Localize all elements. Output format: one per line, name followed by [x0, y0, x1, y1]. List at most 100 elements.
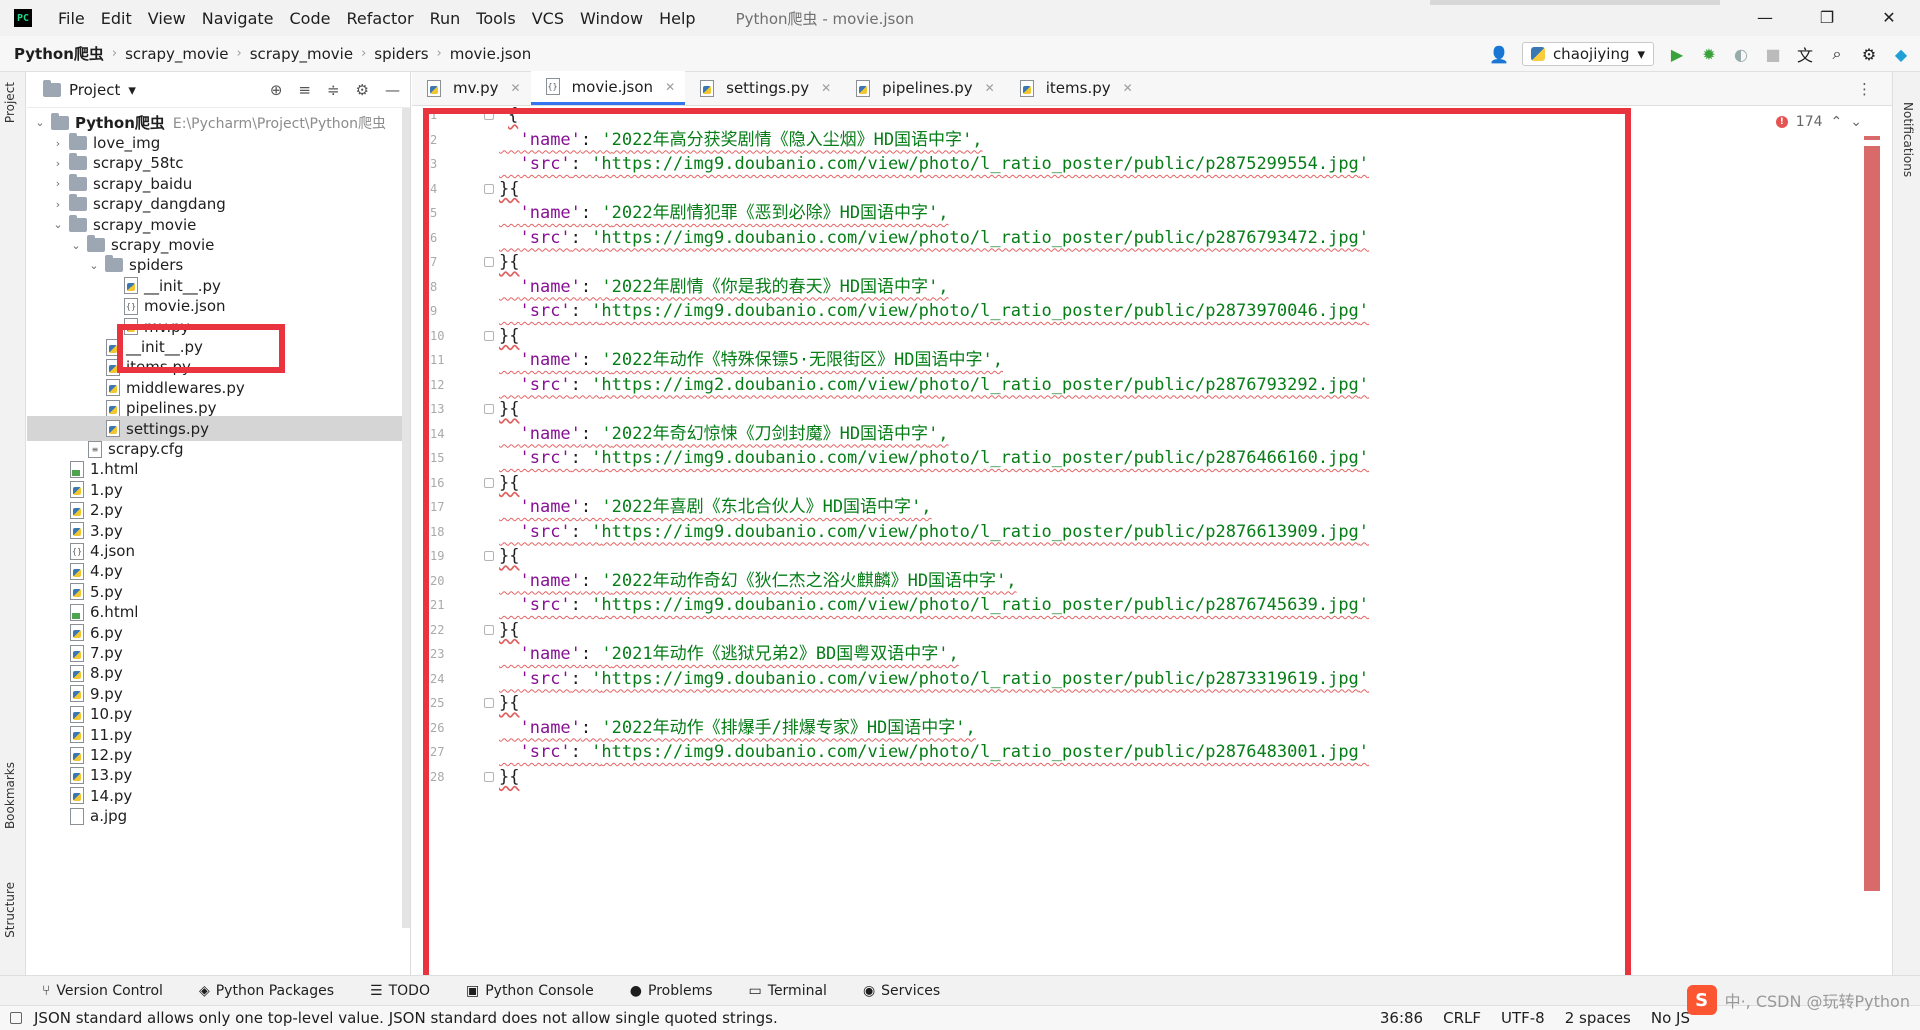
menu-window[interactable]: Window [572, 9, 651, 28]
menu-help[interactable]: Help [651, 9, 703, 28]
stop-icon[interactable]: ■ [1764, 45, 1782, 64]
menu-refactor[interactable]: Refactor [338, 9, 421, 28]
locate-icon[interactable]: ⊕ [270, 81, 283, 99]
fold-marker-icon[interactable] [484, 110, 494, 120]
json-colon: : [580, 276, 602, 297]
run-configuration-select[interactable]: chaojiying ▾ [1521, 42, 1654, 66]
user-icon[interactable]: 👤 [1489, 45, 1509, 64]
fold-marker-icon[interactable] [484, 330, 494, 341]
fold-marker-icon[interactable] [484, 183, 494, 194]
terminal-button[interactable]: ▭ Terminal [731, 983, 845, 999]
gear-icon[interactable]: ⚙ [1860, 45, 1878, 64]
tree-item[interactable]: a.jpg [27, 804, 410, 829]
bookmarks-tool-button[interactable]: Bookmarks [3, 762, 17, 829]
menu-tools[interactable]: Tools [468, 9, 523, 28]
fold-marker-icon[interactable] [484, 257, 494, 267]
coverage-icon[interactable]: ◐ [1732, 45, 1750, 64]
html-file-icon [70, 460, 84, 478]
services-button[interactable]: ◉ Services [845, 983, 958, 999]
chevron-right-icon[interactable]: › [51, 157, 65, 170]
chevron-up-icon[interactable]: ⌃ [1831, 114, 1843, 130]
title-bar-strip [1430, 0, 1720, 5]
error-marker[interactable] [1864, 136, 1880, 140]
tab-movie-json[interactable]: {} movie.json ✕ [530, 71, 686, 105]
json-key-src: 'src' [519, 521, 571, 542]
restore-button[interactable]: ❐ [1796, 0, 1858, 36]
code-editor[interactable]: 1 2 3 4 5 6 7 8 9 10 11 12 13 14 15 16 17 18 19 20 21 22 23 24 2… [412, 106, 1882, 950]
expand-all-icon[interactable]: ≡ [298, 81, 311, 99]
fold-marker-icon[interactable] [484, 698, 494, 708]
breadcrumb-spiders[interactable]: spiders [374, 45, 428, 63]
chevron-down-icon[interactable]: ⌄ [1850, 114, 1862, 130]
menu-navigate[interactable]: Navigate [194, 9, 282, 28]
chevron-down-icon[interactable]: ⌄ [87, 259, 101, 272]
fold-marker-icon[interactable] [484, 404, 494, 414]
tab-pipelines-py[interactable]: pipelines.py ✕ [841, 71, 1005, 105]
fold-marker-icon[interactable] [484, 477, 494, 488]
folder-icon [87, 235, 105, 252]
chevron-right-icon[interactable]: › [51, 177, 65, 190]
collapse-all-icon[interactable]: ≑ [327, 81, 340, 99]
fold-marker-icon[interactable] [484, 551, 494, 561]
chevron-right-icon[interactable]: › [51, 198, 65, 211]
translate-icon[interactable]: 文 [1796, 45, 1814, 65]
status-toggle-icon[interactable] [10, 1012, 22, 1024]
structure-tool-button[interactable]: Structure [3, 882, 17, 938]
close-icon[interactable]: ✕ [1123, 81, 1133, 95]
breadcrumb-scrapy-movie-pkg[interactable]: scrapy_movie [250, 45, 353, 63]
debug-icon[interactable]: ✹ [1700, 45, 1718, 64]
menu-file[interactable]: File [50, 9, 93, 28]
tab-settings-py[interactable]: settings.py ✕ [685, 71, 841, 105]
breadcrumb-project[interactable]: Python爬虫 [14, 43, 104, 64]
folder-icon [69, 214, 87, 232]
tab-mv-py[interactable]: mv.py ✕ [412, 71, 531, 105]
line-number: 12 [430, 377, 445, 392]
notifications-tool-button[interactable]: Notifications [1901, 102, 1915, 177]
python-console-button[interactable]: ▣ Python Console [448, 983, 612, 999]
line-number: 23 [430, 647, 445, 661]
todo-button[interactable]: ☰ TODO [352, 983, 448, 999]
caret-position[interactable]: 36:86 [1380, 1009, 1423, 1027]
menu-code[interactable]: Code [282, 9, 339, 28]
menu-edit[interactable]: Edit [93, 9, 140, 28]
file-encoding[interactable]: UTF-8 [1501, 1009, 1545, 1027]
python-file-icon [124, 318, 138, 336]
json-schema[interactable]: No JS [1651, 1009, 1690, 1027]
search-icon[interactable]: ⌕ [1828, 44, 1846, 63]
tab-items-py[interactable]: items.py ✕ [1005, 71, 1143, 105]
more-tabs-icon[interactable]: ⋮ [1857, 80, 1872, 98]
editor-breadcrumb[interactable]: rc [428, 948, 441, 950]
close-icon[interactable]: ✕ [985, 81, 995, 95]
line-separator[interactable]: CRLF [1443, 1009, 1481, 1027]
gear-icon[interactable]: ⚙ [356, 81, 369, 99]
chevron-down-icon[interactable]: ⌄ [51, 218, 65, 231]
breadcrumb-scrapy-movie[interactable]: scrapy_movie [125, 45, 228, 63]
python-packages-button[interactable]: ◈ Python Packages [181, 983, 352, 999]
minimize-button[interactable]: — [1734, 0, 1796, 36]
hide-icon[interactable]: — [385, 81, 400, 99]
breadcrumb-movie-json[interactable]: movie.json [450, 45, 532, 63]
chevron-down-icon[interactable]: ⌄ [69, 239, 83, 252]
menu-run[interactable]: Run [422, 9, 469, 28]
menu-view[interactable]: View [140, 9, 194, 28]
inspection-widget[interactable]: ! 174 ⌃ ⌄ [1775, 114, 1862, 130]
fold-marker-icon[interactable] [484, 624, 494, 635]
project-view-select[interactable]: Project ▾ [43, 79, 136, 99]
error-stripe[interactable] [1864, 146, 1880, 891]
close-window-button[interactable]: ✕ [1858, 0, 1920, 36]
close-icon[interactable]: ✕ [665, 80, 675, 94]
project-tool-button[interactable]: Project [3, 82, 17, 123]
close-icon[interactable]: ✕ [821, 81, 831, 95]
chevron-right-icon[interactable]: › [51, 137, 65, 150]
json-value-src: https://img9.doubanio.com/view/photo/l_r… [601, 227, 1359, 248]
quote: ' [591, 595, 602, 615]
menu-vcs[interactable]: VCS [524, 9, 572, 28]
fold-marker-icon[interactable] [484, 771, 494, 782]
problems-button[interactable]: ● Problems [612, 983, 731, 999]
version-control-button[interactable]: ⑂ Version Control [24, 983, 181, 999]
project-scrollbar[interactable] [402, 108, 410, 928]
indent-setting[interactable]: 2 spaces [1565, 1009, 1631, 1027]
run-icon[interactable]: ▶ [1668, 45, 1686, 64]
close-icon[interactable]: ✕ [511, 81, 521, 95]
